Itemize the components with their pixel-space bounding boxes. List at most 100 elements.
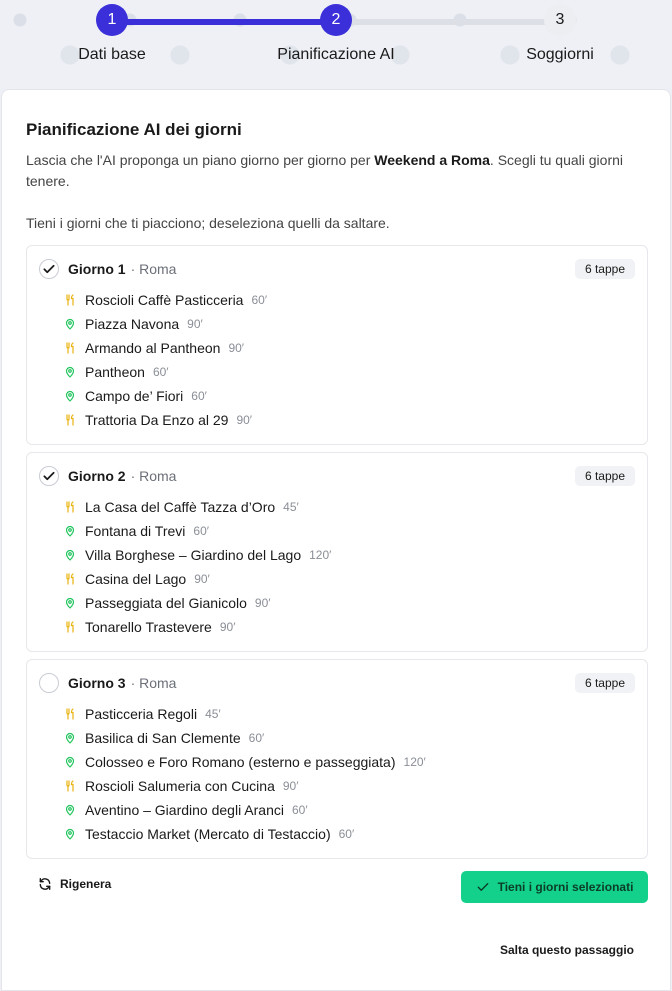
step-number: 2 [320,4,352,36]
stops-list: Roscioli Caffè Pasticceria 60′ Piazza Navo… [63,288,267,432]
regenerate-label: Rigenera [60,877,112,891]
stop-name: Tonarello Trastevere [85,619,212,635]
fork-knife-icon [63,707,77,721]
stops-list: La Casa del Caffè Tazza d’Oro 45′ Fontana … [63,495,331,639]
fork-knife-icon [63,341,77,355]
day-checkbox[interactable] [39,259,59,279]
stop-item: La Casa del Caffè Tazza d’Oro 45′ [63,495,331,519]
stop-duration: 45′ [283,500,299,514]
stop-item: Roscioli Caffè Pasticceria 60′ [63,288,267,312]
stop-name: Passeggiata del Gianicolo [85,595,247,611]
stepper: 1 Dati base 2 Pianificazione AI 3 Soggio… [0,0,672,90]
stop-duration: 90′ [219,620,236,634]
map-pin-icon [63,803,77,817]
day-city: · Roma [130,675,177,691]
day-checkbox[interactable] [39,673,59,693]
stop-name: Pantheon [85,364,145,380]
checkmark-icon [42,469,56,483]
day-checkbox[interactable] [39,466,59,486]
stop-duration: 90′ [194,572,210,586]
stop-name: Fontana di Trevi [85,523,186,539]
step-soggiorni[interactable]: 3 Soggiorni [480,4,640,64]
stop-duration: 45′ [205,707,221,721]
stop-item: Villa Borghese – Giardino del Lago 120′ [63,543,331,567]
stop-name: Armando al Pantheon [85,340,221,356]
fork-knife-icon [63,779,77,793]
day-city: · Roma [130,261,177,277]
stops-count-badge: 6 tappe [574,466,635,486]
stop-duration: 60′ [251,293,268,307]
stop-name: Villa Borghese – Giardino del Lago [85,547,302,563]
stop-name: Pasticceria Regoli [85,706,198,722]
stop-item: Campo de’ Fiori 60′ [63,384,267,408]
planning-card: Pianificazione AI dei giorni Lascia che … [1,89,671,991]
stop-item: Armando al Pantheon 90′ [63,336,267,360]
fork-knife-icon [63,620,77,634]
day-card: Giorno 3 · Roma 6 tappe Pasticceria Regoli 4… [26,659,648,859]
map-pin-icon [63,596,77,610]
stop-item: Aventino – Giardino degli Aranci 60′ [63,798,426,822]
stop-item: Passeggiata del Gianicolo 90′ [63,591,331,615]
stop-duration: 60′ [248,731,265,745]
day-name: Giorno 1 [68,261,126,277]
keep-selected-days-button[interactable]: Tieni i giorni selezionati [461,871,648,903]
day-name: Giorno 2 [68,468,126,484]
keep-label: Tieni i giorni selezionati [497,880,634,894]
stop-duration: 90′ [236,413,253,427]
stop-duration: 60′ [291,803,308,817]
day-name: Giorno 3 [68,675,126,691]
map-pin-icon [63,731,77,745]
map-pin-icon [63,827,77,841]
map-pin-icon [63,389,77,403]
stop-name: Aventino – Giardino degli Aranci [85,802,284,818]
refresh-icon [39,878,51,890]
stop-name: Trattoria Da Enzo al 29 [85,412,229,428]
stop-duration: 60′ [338,827,355,841]
day-header: Giorno 2 · Roma 6 tappe [39,465,635,487]
step-label: Dati base [78,46,146,63]
stop-item: Basilica di San Clemente 60′ [63,726,426,750]
page-description: Lascia che l'AI proponga un piano giorno… [26,150,651,192]
step-number: 3 [544,4,576,36]
regenerate-button[interactable]: Rigenera [38,877,111,891]
stops-count-badge: 6 tappe [574,259,635,279]
map-pin-icon [63,524,77,538]
map-pin-icon [63,548,77,562]
map-pin-icon [63,755,77,769]
fork-knife-icon [63,413,77,427]
description-text: Lascia che l'AI proponga un piano giorno… [26,152,375,168]
stop-duration: 60′ [193,524,209,538]
stop-item: Colosseo e Foro Romano (esterno e passeg… [63,750,426,774]
map-pin-icon [63,317,77,331]
step-number: 1 [96,4,128,36]
skip-step-button[interactable]: Salta questo passaggio [500,943,634,957]
stop-duration: 120′ [309,548,332,562]
step-pianificazione-ai[interactable]: 2 Pianificazione AI [256,4,416,64]
fork-knife-icon [63,572,77,586]
stop-name: Piazza Navona [85,316,180,332]
checkmark-icon [42,262,56,276]
stop-duration: 120′ [403,755,426,769]
trip-name: Weekend a Roma [374,152,490,168]
stop-name: Casina del Lago [85,571,187,587]
stop-item: Casina del Lago 90′ [63,567,331,591]
stop-item: Testaccio Market (Mercato di Testaccio) 6… [63,822,426,846]
fork-knife-icon [63,500,77,514]
stop-item: Pantheon 60′ [63,360,267,384]
stop-item: Trattoria Da Enzo al 29 90′ [63,408,267,432]
step-dati-base[interactable]: 1 Dati base [32,4,192,64]
map-pin-icon [63,365,77,379]
day-card: Giorno 2 · Roma 6 tappe La Casa del Caffè T… [26,452,648,652]
stop-duration: 90′ [254,596,271,610]
stop-duration: 90′ [282,779,299,793]
day-header: Giorno 1 · Roma 6 tappe [39,258,635,280]
stop-name: Colosseo e Foro Romano (esterno e passeg… [85,754,396,770]
stop-item: Roscioli Salumeria con Cucina 90′ [63,774,426,798]
actions-bar: Rigenera Tieni i giorni selezionati [26,871,648,903]
stop-name: Basilica di San Clemente [85,730,241,746]
page-title: Pianificazione AI dei giorni [26,120,242,139]
stop-item: Pasticceria Regoli 45′ [63,702,426,726]
stop-duration: 60′ [191,389,207,403]
day-card: Giorno 1 · Roma 6 tappe Roscioli Caffè Past… [26,245,648,445]
stop-name: La Casa del Caffè Tazza d’Oro [85,499,276,515]
